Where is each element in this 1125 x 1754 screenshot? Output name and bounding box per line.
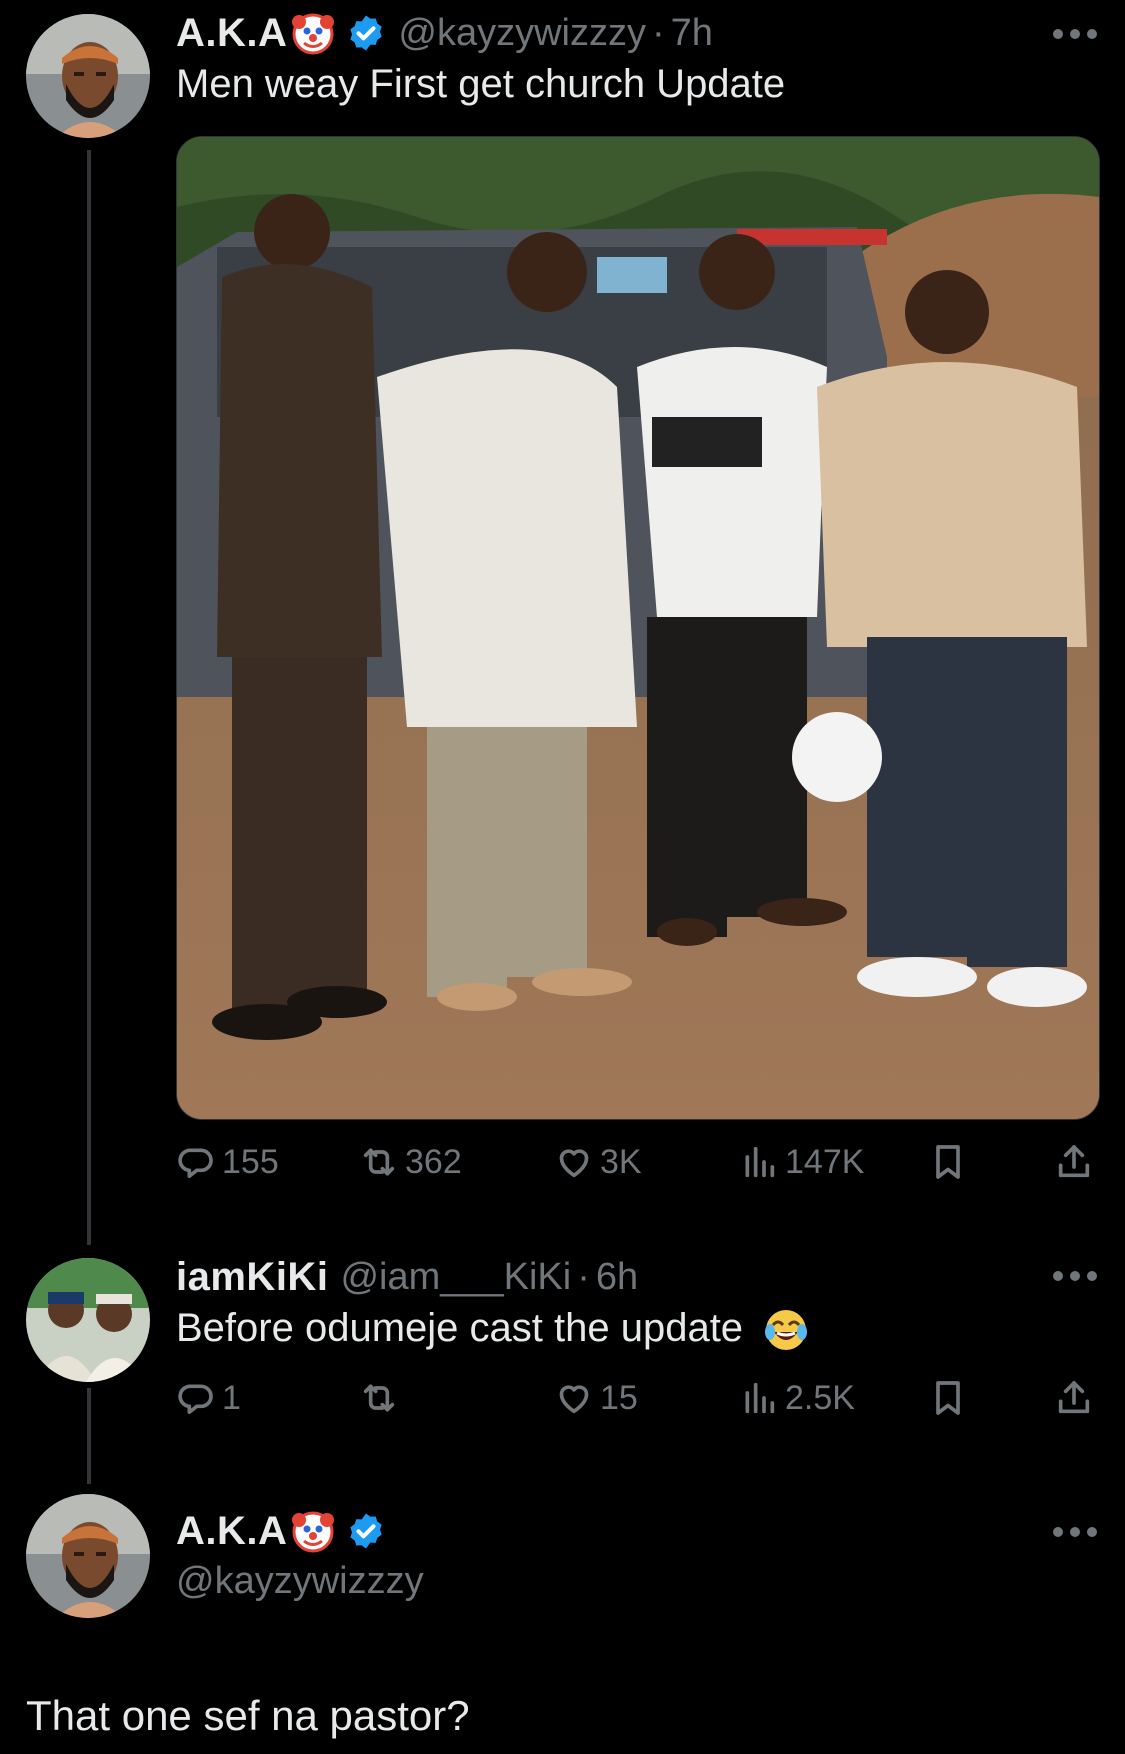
- more-icon[interactable]: [1053, 1269, 1097, 1283]
- timestamp[interactable]: 7h: [671, 12, 713, 55]
- thread-connector-line: [87, 150, 91, 1245]
- verified-badge-icon: [350, 15, 383, 51]
- username-handle[interactable]: @kayzywizzzy: [176, 1560, 424, 1603]
- display-name[interactable]: iamKiKi: [176, 1255, 328, 1300]
- share-button[interactable]: [1054, 1142, 1094, 1182]
- username-handle[interactable]: @kayzywizzzy: [398, 12, 646, 55]
- reply-button[interactable]: 1: [176, 1378, 241, 1418]
- tweet-text: Men weay First get church Update: [176, 62, 786, 106]
- retweet-count: 362: [405, 1142, 462, 1181]
- tweet-text: That one sef na pastor?: [26, 1692, 470, 1739]
- like-icon: [559, 1149, 589, 1178]
- laughing-emoji: [765, 1310, 808, 1351]
- display-name[interactable]: A.K.A: [176, 11, 287, 56]
- retweet-button[interactable]: 362: [359, 1142, 462, 1182]
- like-button[interactable]: 3K: [554, 1142, 642, 1182]
- tweet-text: Before odumeje cast the update: [176, 1306, 810, 1360]
- reply-icon: [178, 1148, 213, 1178]
- reply-icon: [178, 1384, 213, 1414]
- bookmark-icon: [936, 1381, 960, 1415]
- views-button[interactable]: 147K: [739, 1142, 864, 1182]
- bookmark-icon: [936, 1145, 960, 1179]
- tweet-actions: 1 15 2.5K: [176, 1378, 1094, 1428]
- share-icon: [1058, 1145, 1090, 1178]
- views-icon: [745, 1146, 775, 1178]
- clown-emoji: [292, 1511, 335, 1553]
- verified-badge-icon: [350, 1513, 383, 1549]
- tweet-header: iamKiKi @iam___KiKi · 6h: [176, 1252, 638, 1302]
- more-icon[interactable]: [1053, 27, 1097, 41]
- reply-button[interactable]: 155: [176, 1142, 279, 1182]
- avatar[interactable]: [26, 14, 150, 138]
- username-handle[interactable]: @iam___KiKi: [340, 1256, 571, 1299]
- tweet-header: A.K.A @kayzywizzzy · 7h: [176, 8, 713, 58]
- share-icon: [1058, 1381, 1090, 1414]
- views-count: 147K: [785, 1142, 865, 1181]
- thread-connector-line: [87, 1388, 91, 1484]
- views-icon: [745, 1382, 775, 1414]
- avatar[interactable]: [26, 1494, 150, 1618]
- timestamp[interactable]: 6h: [596, 1256, 638, 1299]
- clown-emoji: [292, 13, 335, 55]
- reply-count: 155: [222, 1142, 279, 1181]
- tweet-text-content: Before odumeje cast the update: [176, 1306, 744, 1350]
- tweet-photo[interactable]: [176, 136, 1100, 1120]
- views-button[interactable]: 2.5K: [739, 1378, 855, 1418]
- views-count: 2.5K: [785, 1378, 855, 1417]
- retweet-icon: [363, 1148, 395, 1176]
- like-icon: [559, 1385, 589, 1414]
- tweet-header: A.K.A: [176, 1506, 386, 1556]
- share-button[interactable]: [1054, 1378, 1094, 1418]
- bookmark-button[interactable]: [928, 1378, 968, 1418]
- retweet-button[interactable]: [359, 1378, 405, 1418]
- retweet-icon: [363, 1384, 395, 1412]
- tweet-actions: 155 362 3K 147K: [176, 1142, 1094, 1192]
- separator: ·: [577, 1255, 590, 1298]
- like-count: 3K: [600, 1142, 642, 1181]
- display-name[interactable]: A.K.A: [176, 1509, 287, 1554]
- like-count: 15: [600, 1378, 638, 1417]
- like-button[interactable]: 15: [554, 1378, 638, 1418]
- bookmark-button[interactable]: [928, 1142, 968, 1182]
- avatar[interactable]: [26, 1258, 150, 1382]
- separator: ·: [651, 11, 665, 54]
- more-icon[interactable]: [1053, 1525, 1097, 1539]
- reply-count: 1: [222, 1378, 241, 1417]
